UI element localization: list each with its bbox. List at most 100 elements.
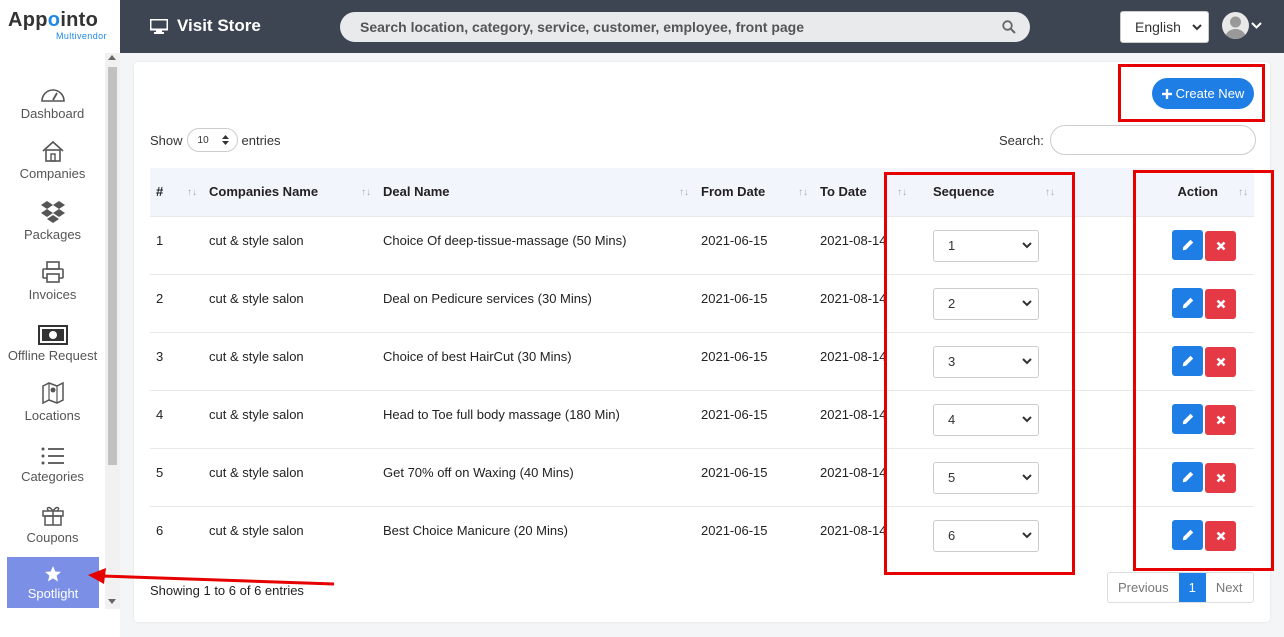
pagination: Previous 1 Next — [1107, 572, 1254, 603]
cell-from-date: 2021-06-15 — [695, 505, 814, 564]
sidebar: Dashboard Companies Packages Invoices Of… — [0, 53, 120, 637]
cell-company: cut & style salon — [203, 505, 377, 564]
pagination-previous[interactable]: Previous — [1108, 573, 1179, 602]
table-row: 5 cut & style salon Get 70% off on Waxing … — [150, 447, 1254, 506]
top-bar: Visit Store English — [120, 0, 1284, 53]
column-header-company[interactable]: Companies Name ↑↓ — [203, 168, 377, 216]
logo-text: Appointo — [8, 9, 99, 31]
sidebar-item-label: Offline Request — [7, 348, 98, 363]
sort-arrows-icon — [221, 135, 229, 145]
table-row: 3 cut & style salon Choice of best HairCut… — [150, 331, 1254, 390]
avatar — [1222, 12, 1249, 39]
page-size-control: Show 10 entries — [150, 128, 281, 152]
language-value: English — [1135, 19, 1181, 35]
cell-from-date: 2021-06-15 — [695, 447, 814, 506]
column-header-deal[interactable]: Deal Name ↑↓ — [377, 168, 695, 216]
cell-number: 5 — [150, 447, 203, 506]
spotlight-table: # ↑↓ Companies Name ↑↓ Deal Name ↑↓ From Da… — [150, 168, 1254, 564]
sidebar-item-locations[interactable]: Locations — [0, 369, 105, 427]
column-header-number[interactable]: # ↑↓ — [150, 168, 203, 216]
show-label: Show — [150, 132, 183, 148]
sort-icon: ↑↓ — [798, 187, 808, 198]
search-icon[interactable] — [1002, 20, 1016, 34]
sidebar-scrollbar[interactable] — [105, 53, 120, 609]
table-row: 1 cut & style salon Choice Of deep-tissue-… — [150, 215, 1254, 274]
sidebar-item-label: Spotlight — [27, 585, 79, 601]
sidebar-item-label: Categories — [21, 469, 84, 484]
global-search-input[interactable] — [360, 19, 1002, 35]
page-size-value: 10 — [197, 134, 209, 146]
map-icon — [41, 381, 64, 405]
global-search[interactable] — [340, 12, 1030, 42]
sidebar-item-label: Packages — [23, 227, 82, 242]
sort-icon: ↑↓ — [361, 187, 371, 198]
annotation-arrow — [88, 568, 335, 586]
visit-store-label: Visit Store — [177, 16, 261, 35]
logo-subtitle: Multivendor — [56, 31, 107, 41]
spotlight-card: Create New Show 10 entries Search: # ↑↓ C… — [134, 62, 1270, 622]
sidebar-item-packages[interactable]: Packages — [0, 188, 105, 246]
cell-deal: Head to Toe full body massage (180 Min) — [377, 389, 695, 448]
cell-number: 3 — [150, 331, 203, 390]
sidebar-item-invoices[interactable]: Invoices — [0, 248, 105, 306]
cell-company: cut & style salon — [203, 273, 377, 332]
column-header-from-date[interactable]: From Date ↑↓ — [695, 168, 814, 216]
sidebar-item-label: Invoices — [28, 287, 77, 302]
pagination-page-1[interactable]: 1 — [1178, 573, 1206, 602]
dashboard-icon — [40, 89, 65, 102]
cell-deal: Choice Of deep-tissue-massage (50 Mins) — [377, 215, 695, 274]
sidebar-item-coupons[interactable]: Coupons — [0, 491, 105, 549]
annotation-box-create — [1118, 64, 1265, 122]
user-menu[interactable] — [1222, 12, 1262, 39]
scroll-up-arrow[interactable] — [108, 55, 116, 60]
cell-company: cut & style salon — [203, 389, 377, 448]
pagination-next[interactable]: Next — [1206, 573, 1253, 602]
page-size-select[interactable]: 10 — [186, 128, 238, 152]
cell-from-date: 2021-06-15 — [695, 273, 814, 332]
sidebar-item-companies[interactable]: Companies — [0, 127, 105, 185]
cell-deal: Get 70% off on Waxing (40 Mins) — [377, 447, 695, 506]
sidebar-item-dashboard[interactable]: Dashboard — [0, 67, 105, 125]
sidebar-item-categories[interactable]: Categories — [0, 430, 105, 488]
sidebar-item-label: Companies — [19, 166, 86, 181]
table-search-input[interactable] — [1049, 125, 1256, 155]
cell-company: cut & style salon — [203, 215, 377, 274]
dropbox-icon — [40, 201, 65, 223]
sidebar-item-label: Locations — [24, 408, 81, 423]
scrollbar-thumb[interactable] — [108, 67, 117, 465]
money-icon — [37, 325, 68, 345]
table-row: 2 cut & style salon Deal on Pedicure servi… — [150, 273, 1254, 332]
table-row: 4 cut & style salon Head to Toe full body … — [150, 389, 1254, 448]
cell-deal: Choice of best HairCut (30 Mins) — [377, 331, 695, 390]
user-icon — [1225, 16, 1246, 39]
cell-deal: Best Choice Manicure (20 Mins) — [377, 505, 695, 564]
cell-company: cut & style salon — [203, 331, 377, 390]
logo[interactable]: Appointo Multivendor — [0, 0, 120, 53]
sort-icon: ↑↓ — [187, 187, 197, 198]
visit-store-link[interactable]: Visit Store — [150, 16, 261, 36]
cell-number: 1 — [150, 215, 203, 274]
scroll-down-arrow[interactable] — [108, 599, 116, 604]
list-icon — [41, 447, 64, 465]
sidebar-item-label: Coupons — [26, 530, 79, 545]
cell-number: 6 — [150, 505, 203, 564]
cell-number: 4 — [150, 389, 203, 448]
cell-company: cut & style salon — [203, 447, 377, 506]
annotation-box-sequence — [884, 172, 1075, 575]
cell-from-date: 2021-06-15 — [695, 215, 814, 274]
entries-label: entries — [241, 132, 281, 148]
table-row: 6 cut & style salon Best Choice Manicure (… — [150, 505, 1254, 564]
annotation-box-action — [1133, 170, 1274, 571]
language-select[interactable]: English — [1120, 11, 1209, 43]
monitor-icon — [150, 18, 168, 34]
table-header-row: # ↑↓ Companies Name ↑↓ Deal Name ↑↓ From Da… — [150, 168, 1254, 216]
sidebar-item-label: Dashboard — [20, 106, 85, 121]
home-icon — [41, 140, 64, 162]
cell-from-date: 2021-06-15 — [695, 331, 814, 390]
cell-number: 2 — [150, 273, 203, 332]
search-label: Search: — [999, 132, 1044, 148]
cell-from-date: 2021-06-15 — [695, 389, 814, 448]
table-search: Search: — [999, 125, 1256, 155]
sort-icon: ↑↓ — [679, 187, 689, 198]
sidebar-item-offline-request[interactable]: Offline Request — [0, 309, 105, 367]
